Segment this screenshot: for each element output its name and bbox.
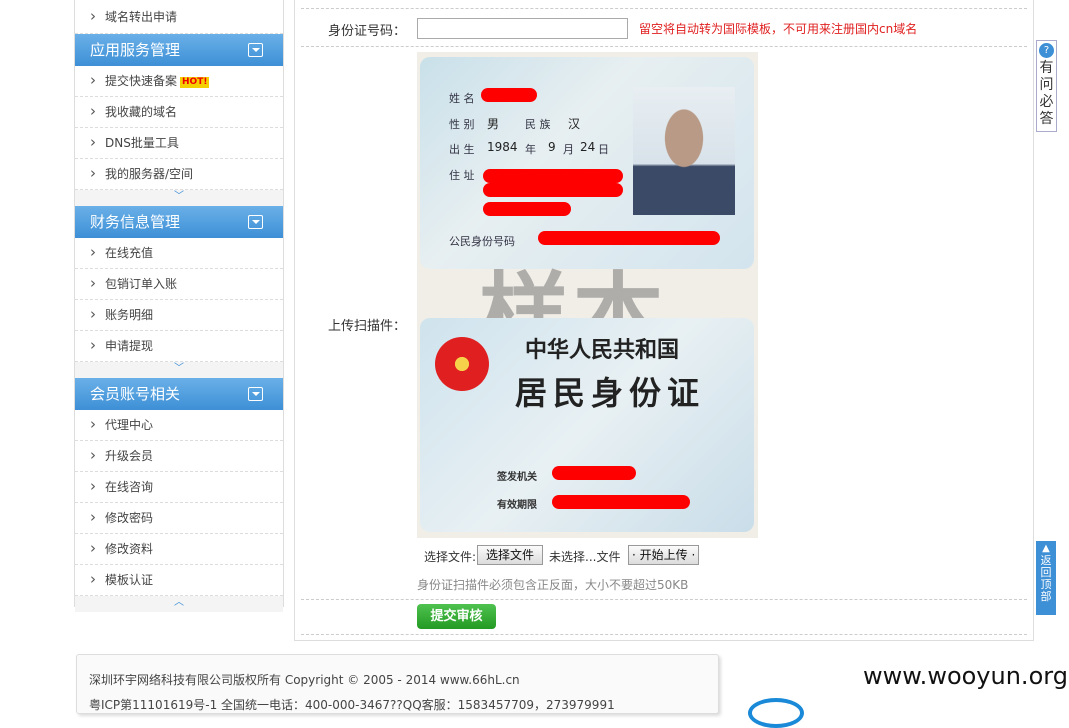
upload-label: 上传扫描件：	[328, 319, 407, 334]
card-back-subtitle: 居民身份证	[515, 374, 706, 412]
collapse-up-icon[interactable]: ︿	[75, 596, 283, 612]
sidebar-item-label: 账务明细	[105, 308, 154, 322]
choose-file-button[interactable]: 选择文件	[477, 545, 544, 565]
card-label-address: 住 址	[449, 169, 475, 182]
sidebar-item-template-cert[interactable]: 模板认证	[75, 564, 283, 596]
section-header-finance[interactable]: 财务信息管理	[75, 206, 283, 238]
collapse-toggle-icon[interactable]	[248, 43, 263, 57]
sidebar-item-label: 提交快速备案	[105, 74, 178, 88]
card-back-title: 中华人民共和国	[525, 337, 680, 363]
submit-review-button[interactable]: 提交审核	[417, 604, 496, 629]
card-value-birth-day: 24	[580, 140, 596, 154]
sidebar-item-label: 在线充值	[105, 246, 154, 260]
sidebar-item-my-servers[interactable]: 我的服务器/空间	[75, 158, 283, 190]
sidebar-item-label: 在线咨询	[105, 480, 154, 494]
question-bubble-icon: ?	[1039, 43, 1054, 58]
sidebar-item-online-consult[interactable]: 在线咨询	[75, 471, 283, 503]
id-card-front: 姓 名 性 别 男 民 族 汉 出 生 1984 年 9 月 24 日 住 址 …	[420, 57, 754, 269]
collapse-toggle-icon[interactable]	[248, 215, 263, 229]
sidebar-item-label: 修改资料	[105, 542, 154, 556]
card-unit-month: 月	[563, 143, 574, 156]
card-unit-day: 日	[598, 143, 609, 156]
hot-badge: HOT!	[180, 77, 210, 88]
card-label-nation: 民 族	[525, 118, 551, 131]
sidebar-item-upgrade[interactable]: 升级会员	[75, 440, 283, 472]
sidebar-item-label: DNS批量工具	[105, 136, 179, 150]
sidebar-item-label: 申请提现	[105, 339, 154, 353]
card-unit-year: 年	[525, 143, 536, 156]
back-to-top-button[interactable]: ▲ 返回顶部	[1036, 541, 1056, 615]
footer: 深圳环宇网络科技有限公司版权所有 Copyright © 2005 - 2014…	[76, 654, 719, 714]
no-file-text: 未选择...文件	[549, 550, 621, 564]
card-label-name: 姓 名	[449, 92, 475, 105]
section-title: 应用服务管理	[90, 41, 181, 59]
sidebar-item-edit-profile[interactable]: 修改资料	[75, 533, 283, 565]
card-label-issuer: 签发机关	[497, 472, 537, 483]
redaction-bar	[552, 495, 690, 509]
card-value-nation: 汉	[568, 117, 581, 131]
divider	[301, 8, 1027, 9]
divider	[301, 634, 1027, 635]
section-header-account[interactable]: 会员账号相关	[75, 378, 283, 410]
card-value-birth-year: 1984	[487, 140, 518, 154]
national-emblem-icon	[435, 337, 489, 391]
redaction-bar	[481, 88, 537, 102]
sidebar-item-label: 包销订单入账	[105, 277, 178, 291]
sidebar-item-agent-center[interactable]: 代理中心	[75, 409, 283, 441]
start-upload-button[interactable]: · 开始上传 ·	[628, 545, 700, 565]
collapse-toggle-icon[interactable]	[248, 387, 263, 401]
card-value-sex: 男	[487, 117, 500, 131]
card-label-sex: 性 别	[449, 118, 475, 131]
redaction-bar	[483, 169, 623, 183]
sidebar-item-domain-transfer[interactable]: 域名转出申请	[75, 0, 283, 34]
sidebar-item-label: 我收藏的域名	[105, 105, 178, 119]
divider	[301, 599, 1027, 600]
section-header-app-services[interactable]: 应用服务管理	[75, 34, 283, 66]
sidebar-item-withdraw[interactable]: 申请提现	[75, 330, 283, 362]
id-card-scan-image: 姓 名 性 别 男 民 族 汉 出 生 1984 年 9 月 24 日 住 址 …	[417, 52, 758, 538]
sidebar-item-account-details[interactable]: 账务明细	[75, 299, 283, 331]
sidebar-item-label: 升级会员	[105, 449, 154, 463]
redaction-bar	[552, 466, 636, 480]
back-to-top-label: 返回顶部	[1040, 554, 1052, 603]
card-label-valid: 有效期限	[497, 500, 537, 511]
sidebar-item-change-password[interactable]: 修改密码	[75, 502, 283, 534]
expand-more-icon[interactable]: ﹀	[75, 190, 283, 206]
card-label-birth: 出 生	[449, 143, 475, 156]
main-content: 身份证号码： 留空将自动转为国际模板，不可用来注册国内cn域名 上传扫描件： 姓…	[294, 0, 1034, 641]
globe-logo-icon	[748, 698, 804, 728]
id-number-label: 身份证号码：	[328, 24, 407, 39]
sidebar-item-label: 模板认证	[105, 573, 154, 587]
sidebar-item-recharge[interactable]: 在线充值	[75, 237, 283, 269]
file-label: 选择文件:	[424, 550, 477, 564]
sidebar-item-quick-filing[interactable]: 提交快速备案HOT!	[75, 65, 283, 97]
sidebar-item-dns-batch[interactable]: DNS批量工具	[75, 127, 283, 159]
card-value-birth-month: 9	[548, 140, 556, 154]
sidebar: 域名转出申请 应用服务管理 提交快速备案HOT! 我收藏的域名 DNS批量工具 …	[74, 0, 284, 612]
faq-tab-label: 有问必答	[1039, 60, 1054, 127]
site-watermark: www.wooyun.org	[863, 662, 1068, 690]
sidebar-item-label: 我的服务器/空间	[105, 167, 194, 181]
footer-copyright: 深圳环宇网络科技有限公司版权所有 Copyright © 2005 - 2014…	[89, 673, 520, 687]
redaction-bar	[483, 202, 571, 216]
upload-hint: 身份证扫描件必须包含正反面，大小不要超过50KB	[417, 578, 689, 592]
sidebar-item-label: 代理中心	[105, 418, 154, 432]
footer-contact: 粤ICP第11101619号-1 全国统一电话：400-000-3467??QQ…	[89, 698, 615, 712]
id-number-input[interactable]	[417, 18, 628, 39]
faq-tab[interactable]: ? 有问必答	[1036, 40, 1057, 132]
expand-more-icon[interactable]: ﹀	[75, 362, 283, 378]
sidebar-item-order-entry[interactable]: 包销订单入账	[75, 268, 283, 300]
sidebar-item-favorite-domains[interactable]: 我收藏的域名	[75, 96, 283, 128]
id-warning-text: 留空将自动转为国际模板，不可用来注册国内cn域名	[639, 22, 918, 36]
section-title: 财务信息管理	[90, 213, 181, 231]
section-title: 会员账号相关	[90, 385, 181, 403]
sidebar-item-label: 域名转出申请	[105, 10, 178, 24]
redaction-bar	[483, 183, 623, 197]
id-photo	[633, 87, 735, 215]
sidebar-item-label: 修改密码	[105, 511, 154, 525]
divider	[301, 46, 1027, 47]
